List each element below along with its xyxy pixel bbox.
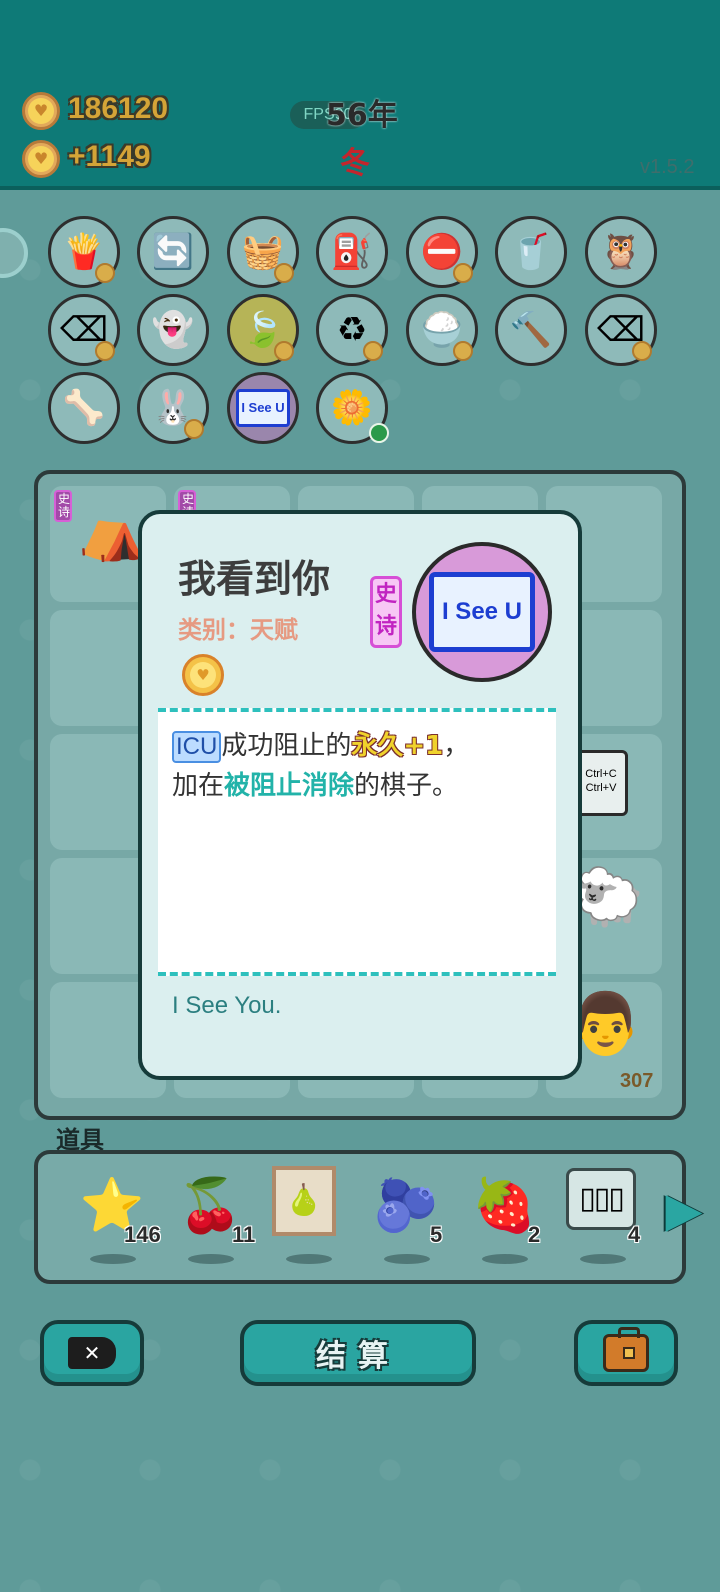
version-label: v1.5.2 <box>640 156 695 178</box>
keyword-blocked: 被阻止消除 <box>224 771 355 801</box>
refresh-icon[interactable]: 🔄 <box>137 216 209 288</box>
sheep-icon: 🐑 <box>574 865 644 930</box>
coin-icon: ♥ <box>182 654 224 696</box>
settle-label: 结算 <box>316 1339 400 1374</box>
keyword-permanent: 永久+1 <box>351 731 444 761</box>
item-shadow <box>286 1254 332 1264</box>
item-count: 4 <box>628 1222 641 1247</box>
card-category: 类别：天赋 <box>178 616 298 644</box>
settle-button[interactable]: 结算 <box>240 1320 476 1386</box>
i-see-u-label: I See U <box>236 389 290 427</box>
card-flavor-text: I See You. <box>172 992 282 1019</box>
coin-total: 186120 <box>68 92 169 125</box>
talent-detail-card: 我看到你 类别：天赋 ♥ 史诗 I See U ICU 成功阻止的永久+1， 加在被… <box>138 510 582 1080</box>
delete-icon[interactable]: ⌫ <box>48 294 120 366</box>
hammer-icon[interactable]: 🔨 <box>495 294 567 366</box>
pet-bowl-icon[interactable]: 🦴 <box>48 372 120 444</box>
piece-counter: 307 <box>620 1070 654 1092</box>
framed-fruit-icon[interactable]: 🍐 <box>272 1166 336 1236</box>
items-bar: ⭐ 146 🍒 11 🍐 🫐 5 🍓 2 ▯▯▯ 4 <box>34 1150 686 1284</box>
item-shadow <box>90 1254 136 1264</box>
inventory-button[interactable] <box>574 1320 678 1386</box>
pump-icon[interactable]: ⛽ <box>316 216 388 288</box>
ghost-icon[interactable]: 👻 <box>137 294 209 366</box>
keyword-icu: ICU <box>172 731 222 763</box>
card-title: 我看到你 <box>178 557 331 601</box>
rarity-badge: 史诗 <box>370 576 402 648</box>
i-see-u-icon[interactable]: I See U <box>227 372 299 444</box>
tiles-icon[interactable]: ▯▯▯ <box>566 1168 636 1230</box>
item-shadow <box>580 1254 626 1264</box>
bubble-tea-icon[interactable]: 🥤 <box>495 216 567 288</box>
card-description: ICU 成功阻止的永久+1， 加在被阻止消除的棋子。 <box>158 708 556 976</box>
rarity-tag: 史诗 <box>54 490 72 523</box>
card-portrait: I See U <box>412 542 552 682</box>
i-see-u-sign: I See U <box>429 572 535 652</box>
item-count: 146 <box>124 1222 161 1247</box>
item-shadow <box>384 1254 430 1264</box>
item-shadow <box>188 1254 234 1264</box>
season-label: 冬 <box>340 146 370 181</box>
year-label: 56年 <box>326 98 398 133</box>
copy-paste-piece: Ctrl+C Ctrl+V <box>574 750 628 816</box>
fries-icon[interactable]: 🍟 <box>48 216 120 288</box>
item-shadow <box>482 1254 528 1264</box>
delete-icon: ✕ <box>68 1337 116 1369</box>
delete-icon-2[interactable]: ⌫ <box>585 294 657 366</box>
coin-icon: ♥ <box>22 92 60 130</box>
briefcase-icon <box>603 1327 649 1372</box>
delete-button[interactable]: ✕ <box>40 1320 144 1386</box>
income-coin-icon: ♥ <box>22 140 60 178</box>
leaf-icon[interactable]: 🍃 <box>227 294 299 366</box>
chevron-right-icon[interactable]: ▶ <box>664 1178 704 1242</box>
minus-sign-icon[interactable]: ⛔ <box>406 216 478 288</box>
recycle-icon[interactable]: ♻ <box>316 294 388 366</box>
coin-income: +1149 <box>68 140 151 173</box>
flower-pot-icon[interactable]: 🌼 <box>316 372 389 444</box>
rabbit-icon[interactable]: 🐰 <box>137 372 209 444</box>
item-count: 5 <box>430 1222 443 1247</box>
owl-icon[interactable]: 🦉 <box>585 216 657 288</box>
item-count: 11 <box>232 1222 256 1247</box>
basket-icon[interactable]: 🧺 <box>227 216 299 288</box>
item-count: 2 <box>528 1222 541 1247</box>
top-hud: ♥ 186120 ♥ +1149 FPS90 56年 冬 v1.5.2 <box>0 0 720 190</box>
rice-bowl-icon[interactable]: 🍚 <box>406 294 478 366</box>
